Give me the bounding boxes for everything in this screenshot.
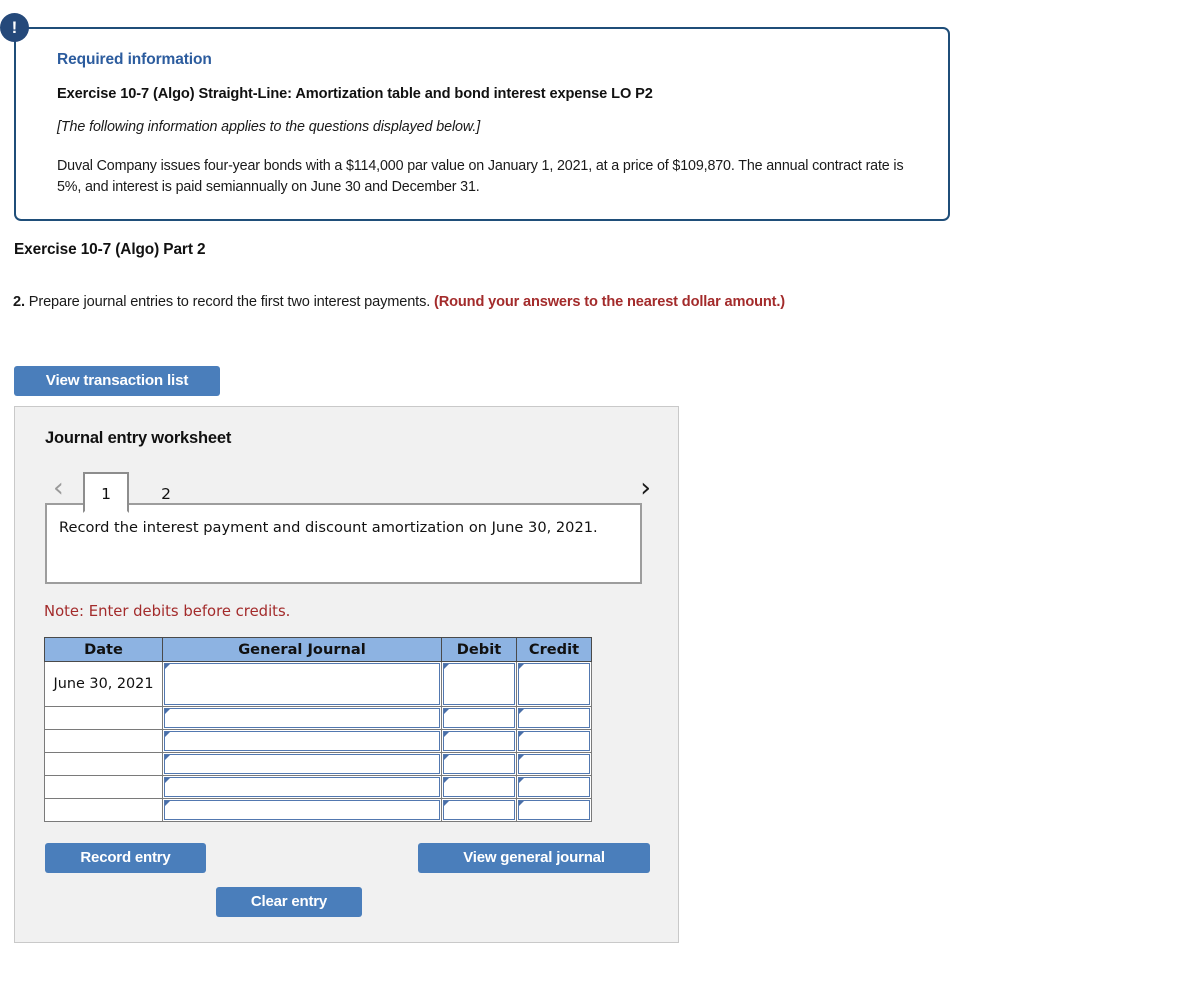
cell-date[interactable] (44, 706, 163, 730)
table-row (44, 775, 592, 799)
cell-date[interactable] (44, 775, 163, 799)
applies-note: [The following information applies to th… (57, 119, 481, 135)
table-row: June 30, 2021 (44, 661, 592, 707)
input-credit[interactable] (516, 752, 592, 776)
general-journal-field[interactable] (164, 800, 440, 820)
table-row (44, 798, 592, 822)
clear-entry-button[interactable]: Clear entry (216, 887, 362, 917)
debit-field[interactable] (443, 777, 515, 797)
debit-field[interactable] (443, 708, 515, 728)
page-title: Exercise 10-7 (Algo) Part 2 (14, 241, 206, 258)
debit-field[interactable] (443, 800, 515, 820)
input-debit[interactable] (441, 752, 517, 776)
credit-field[interactable] (518, 754, 590, 774)
record-entry-button[interactable]: Record entry (45, 843, 206, 873)
question-number: 2. (13, 294, 25, 310)
debits-before-credits-note: Note: Enter debits before credits. (44, 603, 291, 620)
column-header-debit: Debit (441, 637, 517, 662)
required-information-content: Required information Exercise 10-7 (Algo… (57, 51, 926, 198)
column-header-credit: Credit (516, 637, 592, 662)
input-debit[interactable] (441, 706, 517, 730)
credit-field[interactable] (518, 731, 590, 751)
credit-field[interactable] (518, 663, 590, 705)
question-emphasis: (Round your answers to the nearest dolla… (434, 294, 785, 310)
credit-field[interactable] (518, 800, 590, 820)
table-header-row: Date General Journal Debit Credit (44, 637, 592, 662)
problem-body-text: Duval Company issues four-year bonds wit… (57, 158, 904, 196)
chevron-right-icon[interactable]: › (640, 475, 651, 502)
table-row (44, 752, 592, 776)
input-general-journal[interactable] (162, 729, 442, 753)
input-debit[interactable] (441, 775, 517, 799)
exclamation-icon: ! (0, 13, 29, 42)
input-credit[interactable] (516, 706, 592, 730)
input-debit[interactable] (441, 729, 517, 753)
entry-description-text: Record the interest payment and discount… (59, 519, 598, 536)
exercise-title: Exercise 10-7 (Algo) Straight-Line: Amor… (57, 86, 653, 102)
cell-date[interactable] (44, 752, 163, 776)
general-journal-field[interactable] (164, 731, 440, 751)
debit-field[interactable] (443, 754, 515, 774)
column-header-date: Date (44, 637, 163, 662)
journal-entry-table: Date General Journal Debit Credit June 3… (44, 637, 592, 822)
credit-field[interactable] (518, 708, 590, 728)
input-general-journal[interactable] (162, 661, 442, 707)
cell-date[interactable] (44, 729, 163, 753)
general-journal-field[interactable] (164, 777, 440, 797)
credit-field[interactable] (518, 777, 590, 797)
cell-date: June 30, 2021 (44, 661, 163, 707)
debit-field[interactable] (443, 663, 515, 705)
journal-entry-worksheet-panel: Journal entry worksheet ‹ 1 2 › Record t… (14, 406, 679, 943)
question-prompt: Prepare journal entries to record the fi… (24, 294, 435, 310)
general-journal-field[interactable] (164, 754, 440, 774)
general-journal-field[interactable] (164, 663, 440, 705)
question-text: 2. Prepare journal entries to record the… (13, 292, 903, 313)
input-credit[interactable] (516, 729, 592, 753)
input-debit[interactable] (441, 661, 517, 707)
input-credit[interactable] (516, 775, 592, 799)
table-row (44, 706, 592, 730)
table-row (44, 729, 592, 753)
column-header-general-journal: General Journal (162, 637, 442, 662)
entry-description-box: Record the interest payment and discount… (45, 503, 642, 584)
tab-entry-1[interactable]: 1 (83, 472, 129, 513)
input-credit[interactable] (516, 661, 592, 707)
input-debit[interactable] (441, 798, 517, 822)
input-general-journal[interactable] (162, 752, 442, 776)
chevron-left-icon[interactable]: ‹ (53, 475, 64, 502)
view-general-journal-button[interactable]: View general journal (418, 843, 650, 873)
input-general-journal[interactable] (162, 775, 442, 799)
debit-field[interactable] (443, 731, 515, 751)
required-information-callout: ! Required information Exercise 10-7 (Al… (0, 13, 950, 221)
input-general-journal[interactable] (162, 798, 442, 822)
general-journal-field[interactable] (164, 708, 440, 728)
input-credit[interactable] (516, 798, 592, 822)
worksheet-title: Journal entry worksheet (45, 429, 232, 447)
required-information-heading: Required information (57, 51, 212, 68)
view-transaction-list-button[interactable]: View transaction list (14, 366, 220, 396)
cell-date[interactable] (44, 798, 163, 822)
input-general-journal[interactable] (162, 706, 442, 730)
